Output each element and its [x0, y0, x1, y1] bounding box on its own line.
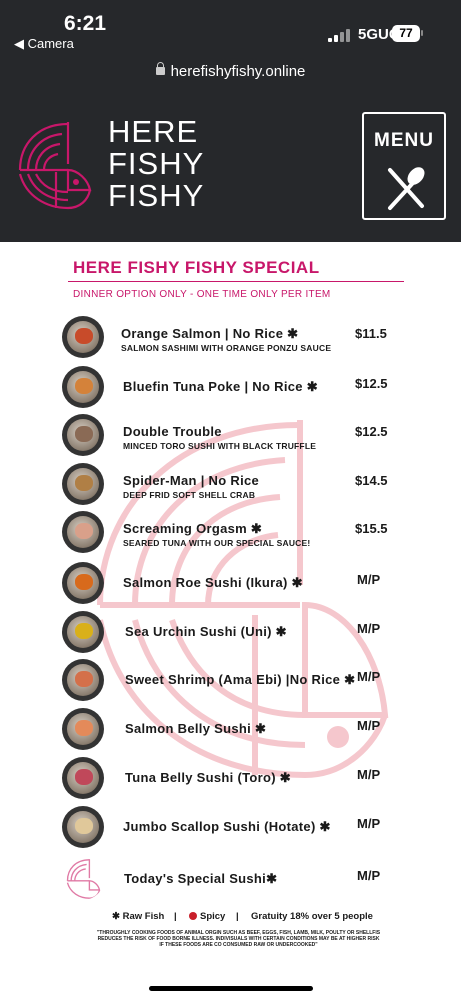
status-time: 6:21	[64, 12, 107, 35]
brand-wordmark: HERE FISHY FISHY	[108, 114, 205, 213]
item-price: M/P	[357, 669, 381, 684]
item-photo	[62, 511, 104, 553]
url-text: herefishyfishy.online	[170, 63, 306, 80]
item-photo	[62, 463, 104, 505]
item-price: M/P	[357, 816, 381, 831]
section-title: HERE FISHY FISHY SPECIAL	[73, 258, 320, 277]
item-name: Double Trouble	[123, 424, 222, 439]
battery-icon: 77	[392, 25, 420, 42]
item-price: $12.5	[355, 424, 388, 439]
item-photo	[62, 366, 104, 408]
gratuity-note: Gratuity 18% over 5 people	[251, 911, 373, 922]
item-price: M/P	[357, 718, 381, 733]
item-price: M/P	[357, 572, 381, 587]
spicy-dot-icon	[189, 912, 197, 921]
item-photo	[62, 562, 104, 604]
item-photo	[62, 414, 104, 456]
item-name: Orange Salmon | No Rice ✱	[121, 326, 299, 341]
item-name: Spider-Man | No Rice	[123, 473, 260, 488]
menu-button-label: MENU	[374, 130, 434, 151]
lock-icon	[155, 62, 165, 76]
item-photo	[62, 611, 104, 653]
item-photo	[62, 858, 104, 900]
item-name: Today's Special Sushi✱	[124, 871, 278, 886]
item-price: $14.5	[355, 473, 388, 488]
item-photo	[62, 806, 104, 848]
item-name: Jumbo Scallop Sushi (Hotate) ✱	[123, 819, 331, 834]
item-price: M/P	[357, 621, 381, 636]
section-subtitle: DINNER OPTION ONLY - ONE TIME ONLY PER I…	[73, 289, 331, 300]
signal-icon	[328, 28, 350, 42]
item-description: DEEP FRID SOFT SHELL CRAB	[123, 490, 256, 500]
item-photo	[62, 316, 104, 358]
item-description: SEARED TUNA WITH OUR SPECIAL SAUCE!	[123, 538, 311, 548]
legend-separator: |	[236, 911, 239, 922]
item-price: $11.5	[355, 326, 387, 341]
item-name: Bluefin Tuna Poke | No Rice ✱	[123, 379, 318, 394]
fork-spoon-icon	[388, 167, 425, 210]
battery-tip	[421, 30, 423, 36]
item-name: Sweet Shrimp (Ama Ebi) |No Rice ✱	[125, 672, 356, 687]
item-photo	[62, 708, 104, 750]
item-name: Screaming Orgasm ✱	[123, 521, 263, 536]
menu-button[interactable]: MENU	[362, 112, 446, 220]
item-photo	[62, 659, 104, 701]
title-divider	[68, 281, 404, 282]
item-price: $15.5	[355, 521, 388, 536]
item-photo	[62, 757, 104, 799]
item-description: SALMON SASHIMI WITH ORANGE PONZU SAUCE	[121, 343, 332, 353]
item-name: Tuna Belly Sushi (Toro) ✱	[125, 770, 291, 785]
item-price: M/P	[357, 767, 381, 782]
item-price: $12.5	[355, 376, 388, 391]
item-name: Sea Urchin Sushi (Uni) ✱	[125, 624, 287, 639]
legend-separator: |	[174, 911, 177, 922]
fish-logo-icon	[18, 122, 92, 210]
fish-logo-icon	[66, 858, 101, 899]
food-safety-disclaimer: "THROUGHLY COOKING FOODS OF ANIMAL ORGIN…	[96, 930, 381, 948]
address-bar[interactable]: herefishyfishy.online	[0, 62, 461, 80]
back-to-camera-link[interactable]: ◀ Camera	[14, 36, 74, 52]
raw-fish-legend: ✱ Raw Fish	[112, 911, 165, 922]
item-name: Salmon Roe Sushi (Ikura) ✱	[123, 575, 303, 590]
home-indicator[interactable]	[149, 986, 313, 991]
item-name: Salmon Belly Sushi ✱	[125, 721, 267, 736]
item-description: MINCED TORO SUSHI WITH BLACK TRUFFLE	[123, 441, 317, 451]
spicy-legend: Spicy	[189, 911, 225, 922]
item-price: M/P	[357, 868, 381, 883]
